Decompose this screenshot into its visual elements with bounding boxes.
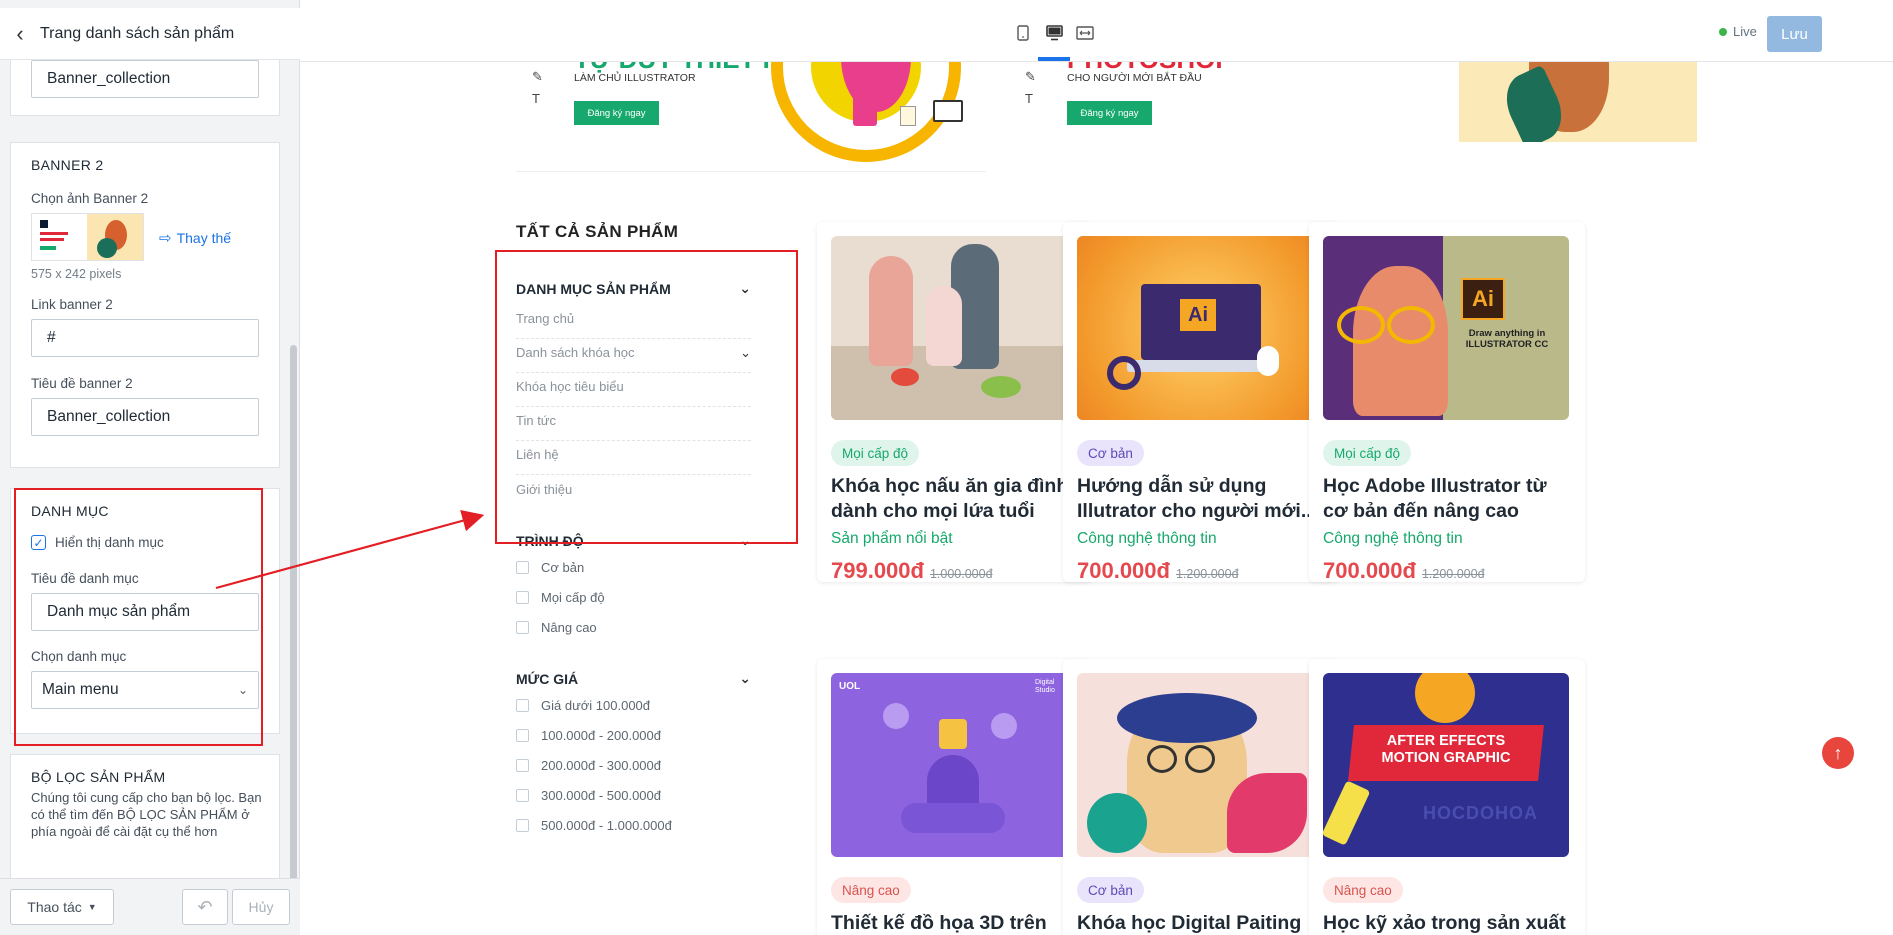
annotation-arrow: [215, 510, 485, 590]
